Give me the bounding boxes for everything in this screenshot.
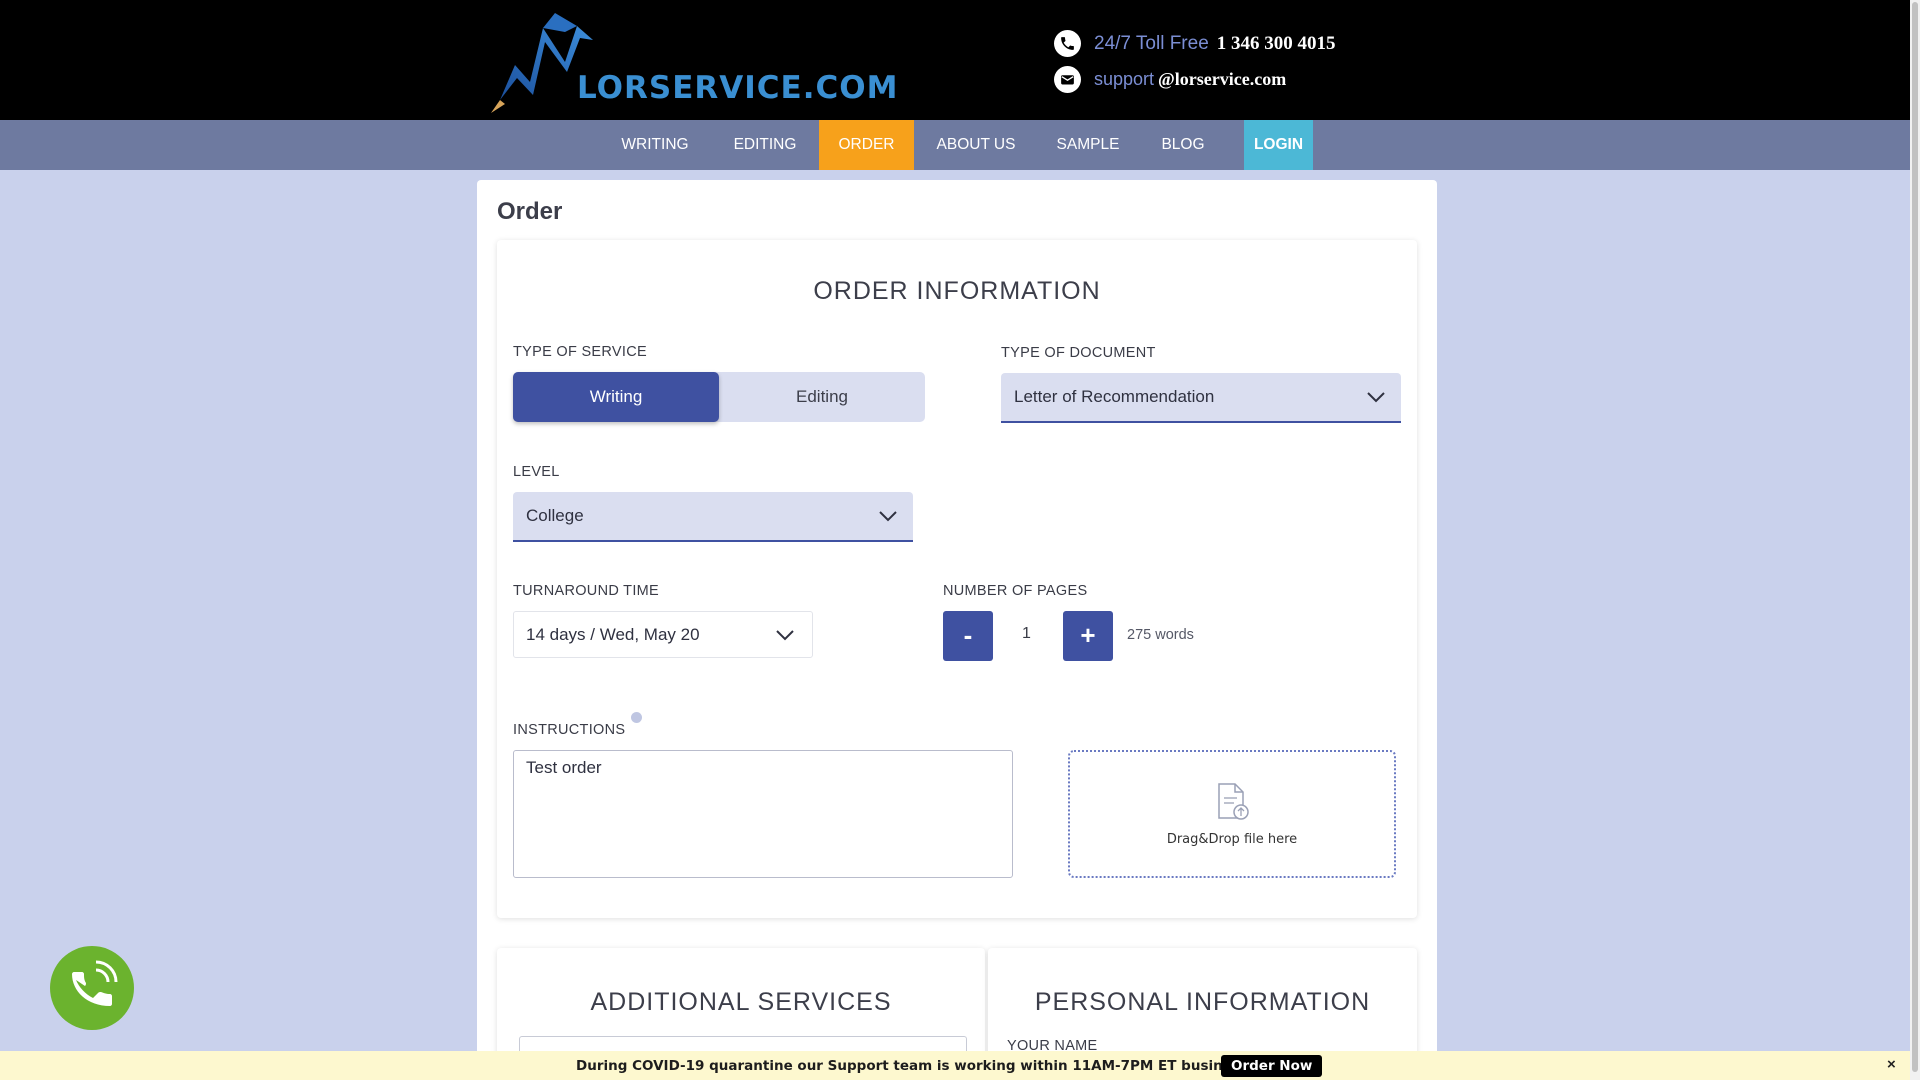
phone-contact[interactable]: 24/7 Toll Free 1 346 300 4015 <box>1054 30 1336 57</box>
mail-icon <box>1054 66 1081 93</box>
nav-item-about-us[interactable]: ABOUT US <box>928 120 1024 170</box>
phone-label: 24/7 Toll Free <box>1094 32 1209 54</box>
level-label: LEVEL <box>513 464 560 480</box>
order-now-button[interactable]: Order Now <box>1221 1055 1323 1077</box>
order-information-title: ORDER INFORMATION <box>813 277 1101 305</box>
nav-item-order[interactable]: ORDER <box>819 120 914 170</box>
phone-number[interactable]: 1 346 300 4015 <box>1217 33 1336 55</box>
nav-item-login[interactable]: LOGIN <box>1244 120 1313 170</box>
personal-information-title: PERSONAL INFORMATION <box>1034 988 1371 1016</box>
covid-banner: During COVID-19 quarantine our Support t… <box>0 1051 1910 1080</box>
service-writing-button[interactable]: Writing <box>513 372 719 422</box>
pages-decrement-button[interactable]: - <box>943 611 993 661</box>
turnaround-label: TURNAROUND TIME <box>513 583 660 599</box>
document-type-select[interactable]: Letter of Recommendation <box>1001 373 1401 423</box>
logo-text: LORSERVICE.COM <box>577 70 899 106</box>
turnaround-value: 14 days / Wed, May 20 <box>526 624 700 644</box>
document-type-label: TYPE OF DOCUMENT <box>1001 345 1156 361</box>
file-upload-icon <box>1218 783 1249 820</box>
main-nav: WRITING EDITING ORDER ABOUT US SAMPLE BL… <box>0 120 1910 170</box>
chevron-down-icon <box>879 511 897 522</box>
instructions-label: INSTRUCTIONS <box>513 722 626 738</box>
nav-item-writing[interactable]: WRITING <box>611 120 699 170</box>
page-title: Order <box>497 198 563 225</box>
close-icon[interactable]: × <box>1887 1056 1896 1073</box>
nav-item-editing[interactable]: EDITING <box>720 120 810 170</box>
email-value[interactable]: @lorservice.com <box>1158 69 1286 90</box>
info-icon[interactable] <box>631 712 642 723</box>
nav-item-sample[interactable]: SAMPLE <box>1048 120 1128 170</box>
email-label: support <box>1094 69 1155 89</box>
site-logo[interactable]: LORSERVICE.COM <box>485 10 905 115</box>
level-select[interactable]: College <box>513 492 913 542</box>
turnaround-select[interactable]: 14 days / Wed, May 20 <box>513 611 813 658</box>
phone-icon <box>1054 30 1081 57</box>
service-type-toggle: Writing Editing <box>513 372 925 422</box>
chevron-down-icon <box>776 629 794 640</box>
site-header: LORSERVICE.COM 24/7 Toll Free 1 346 300 … <box>0 0 1910 120</box>
service-type-label: TYPE OF SERVICE <box>513 344 647 360</box>
words-count: 275 words <box>1127 627 1194 643</box>
level-value: College <box>526 506 584 525</box>
call-button[interactable] <box>50 946 134 1030</box>
pages-value[interactable]: 1 <box>1022 625 1031 643</box>
nav-item-blog[interactable]: BLOG <box>1152 120 1214 170</box>
additional-services-title: ADDITIONAL SERVICES <box>590 988 892 1016</box>
document-type-value: Letter of Recommendation <box>1014 387 1215 406</box>
instructions-textarea[interactable]: Test order <box>513 750 1013 878</box>
banner-text: During COVID-19 quarantine our Support t… <box>576 1058 1296 1074</box>
file-dropzone[interactable]: Drag&Drop file here <box>1068 750 1396 878</box>
service-editing-button[interactable]: Editing <box>719 372 925 422</box>
email-contact[interactable]: support @lorservice.com <box>1054 66 1286 93</box>
dropzone-text: Drag&Drop file here <box>1166 832 1298 847</box>
pages-increment-button[interactable]: + <box>1063 611 1113 661</box>
chevron-down-icon <box>1367 392 1385 403</box>
pages-label: NUMBER OF PAGES <box>943 583 1088 599</box>
call-icon <box>72 960 118 1006</box>
scrollbar-thumb[interactable] <box>1912 2 1918 1072</box>
